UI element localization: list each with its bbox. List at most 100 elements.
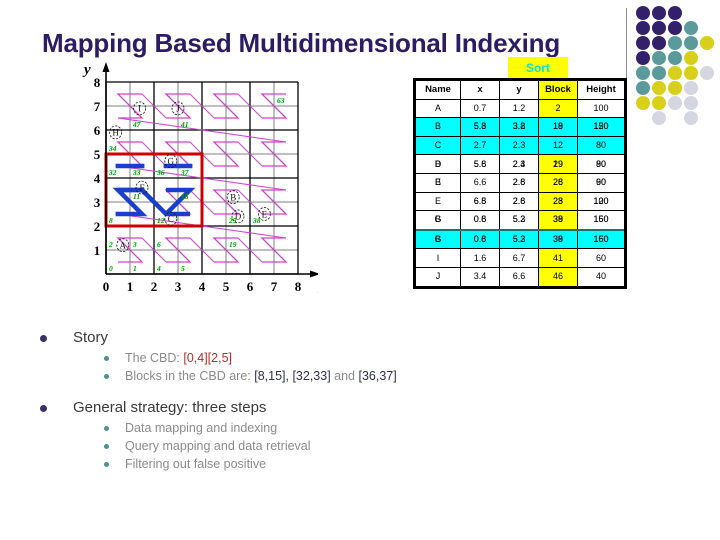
records-table: Name x y Block Height A 0.7 1.2 2 100 B 5.3 5.8 3.2 3…	[413, 78, 627, 289]
decorative-dot-grid	[636, 6, 716, 125]
deco-dot	[636, 6, 650, 20]
svg-text:E: E	[262, 209, 268, 219]
cell-value: GB	[434, 234, 442, 245]
svg-text:1: 1	[133, 264, 137, 273]
table-row[interactable]: B 5.3 5.8 3.2 3.8 19 18 120 150	[414, 117, 626, 137]
bullet-strategy-item-3: Filtering out false positive	[104, 456, 554, 473]
cell-value: 150 160	[593, 214, 609, 225]
cell-x: 6.8 6.5	[460, 191, 500, 212]
svg-text:33: 33	[132, 168, 141, 177]
cell-name: GB	[414, 210, 461, 231]
svg-text:B: B	[230, 193, 236, 203]
svg-text:A: A	[120, 241, 127, 251]
cell-value: DB	[434, 158, 442, 169]
svg-text:J: J	[176, 104, 180, 114]
cell-value: 19 18	[552, 121, 563, 132]
cell-block: 38 39	[538, 210, 578, 231]
cell-value-ghost: B	[434, 158, 441, 169]
cell-x: 1.6	[460, 248, 500, 268]
cell-value-ghost: E	[434, 177, 441, 188]
table-row[interactable]: A 0.7 1.2 2 100	[414, 98, 626, 119]
cell-value-ghost: 39	[552, 214, 563, 225]
cell-block: 38 39	[538, 228, 578, 250]
deco-dot	[652, 6, 666, 20]
cell-value: 2.8 2.6	[512, 177, 526, 188]
cell-value-ghost: 5.8	[473, 121, 487, 132]
svg-text:0: 0	[109, 264, 113, 273]
cell-y: 3.2 3.8	[499, 117, 539, 137]
cell-value-ghost: 3.8	[512, 121, 526, 132]
cell-block: 46	[538, 266, 578, 288]
cell-value: 120 100	[593, 195, 609, 206]
cell-value: 5.8 5.6	[473, 158, 487, 169]
cell-y: 5.2 5.3	[499, 210, 539, 231]
cell-x: 0.8 0.6	[460, 210, 500, 231]
svg-text:7: 7	[271, 279, 278, 294]
svg-text:I: I	[138, 104, 141, 114]
cell-y: 1.2	[499, 98, 539, 119]
sort-button[interactable]: Sort	[508, 57, 568, 79]
cell-value-ghost: 2.6	[512, 177, 526, 188]
zorder-curve-chart: ABCDEFGHIJ 0 1 4 5 2 3 6 19 8 11 12 15 25 38 32 33 36 37 3…	[78, 62, 318, 302]
blocks-ranges-2: [36,37]	[358, 369, 397, 383]
cell-value-ghost: 6.5	[473, 195, 487, 206]
table-row[interactable]: G B 0.8 0.6 5.2 5.3 38 39 150 160	[414, 210, 626, 231]
table-row[interactable]: G B 0.8 0.6 5.2 5.3 38 39 150 160	[414, 228, 626, 250]
svg-text:G: G	[168, 157, 175, 167]
cell-name: B	[414, 117, 461, 137]
cell-value-ghost: 5.6	[473, 158, 487, 169]
bullet-strategy: General strategy: three steps	[34, 398, 554, 418]
cbd-text-prefix: The CBD:	[125, 351, 184, 365]
deco-dot	[652, 36, 666, 50]
cell-value: 5.2 5.3	[512, 234, 526, 245]
svg-text:41: 41	[180, 120, 189, 129]
deco-dot	[684, 36, 698, 50]
cell-y: 6.6	[499, 266, 539, 288]
table-row[interactable]: I 1.6 6.7 41 60	[414, 248, 626, 268]
table-row[interactable]: E 6.8 6.5 2.8 2.6 28 23 120 100	[414, 191, 626, 212]
cell-height: 150 160	[577, 210, 626, 231]
svg-text:6: 6	[247, 279, 254, 294]
block-number-labels: 0 1 4 52 3 6 19811121525 3832 33 36 373447 4163	[108, 96, 285, 273]
cell-value-ghost: 19	[552, 158, 563, 169]
cell-block: 28 23	[538, 191, 578, 212]
svg-text:4: 4	[156, 264, 161, 273]
table-row[interactable]: D B 5.8 5.6 2.4 2.3 29 19 90 80	[414, 154, 626, 174]
svg-text:C: C	[168, 214, 174, 224]
sub-bullet-marker-icon	[104, 374, 109, 379]
bullet-spacer	[34, 386, 554, 398]
sub-bullet-marker-icon	[104, 444, 109, 449]
cell-height: 120 150	[577, 117, 626, 137]
cell-value-ghost: 18	[552, 121, 563, 132]
svg-text:7: 7	[94, 99, 101, 114]
bullet-story-item-1-text: The CBD: [0,4][2,5]	[125, 350, 232, 367]
bullet-story-item-2: Blocks in the CBD are: [8,15], [32,33] a…	[104, 368, 554, 385]
table-row[interactable]: J 3.4 6.6 46 40	[414, 266, 626, 288]
deco-dot	[684, 81, 698, 95]
cell-x: 5.3 5.8	[460, 117, 500, 137]
cell-value: 28 23	[552, 195, 563, 206]
cell-block: 12	[538, 135, 578, 156]
table-header-height: Height	[577, 79, 626, 100]
cell-height: 40	[577, 266, 626, 288]
bullet-strategy-item-1-text: Data mapping and indexing	[125, 421, 278, 435]
zorder-curve-svg: ABC D EFGHI J 0 1 4 52 3 6 19811121525 3832 33 36 373…	[82, 62, 318, 297]
deco-dot	[668, 36, 682, 50]
svg-text:1: 1	[127, 279, 134, 294]
deco-dot	[668, 66, 682, 80]
svg-text:25: 25	[228, 216, 237, 225]
cell-value-ghost: 160	[593, 234, 609, 245]
table-row[interactable]: C 2.7 2.3 12 80	[414, 135, 626, 156]
cell-block: 41	[538, 248, 578, 268]
bullet-strategy-item-2: Query mapping and data retrieval	[104, 438, 554, 455]
cell-value-ghost: 160	[593, 214, 609, 225]
cell-name: I	[414, 248, 461, 268]
svg-text:37: 37	[180, 168, 189, 177]
cell-y: 2.3	[499, 135, 539, 156]
cell-value: 38 39	[552, 234, 563, 245]
cell-height: 60	[577, 248, 626, 268]
bullet-marker-icon	[40, 335, 47, 342]
table-row[interactable]: B E 6.6 2.8 2.6 28 26 90 60	[414, 172, 626, 193]
deco-dot	[652, 111, 666, 125]
svg-text:5: 5	[94, 147, 101, 162]
